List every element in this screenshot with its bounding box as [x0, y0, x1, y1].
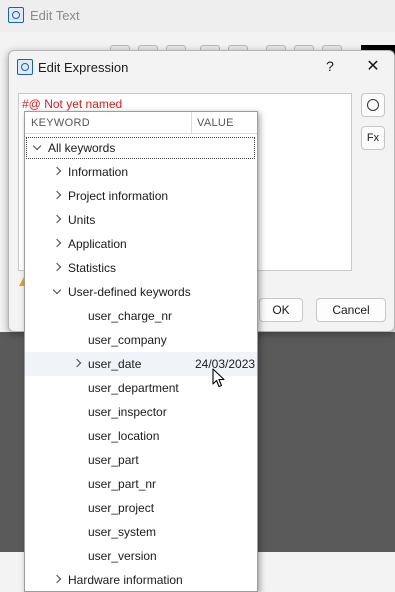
tree-row[interactable]: Statistics — [25, 256, 257, 280]
tree-row[interactable]: Information — [25, 160, 257, 184]
mouse-cursor-icon — [212, 368, 225, 388]
tree-row-label: user_part — [88, 453, 139, 467]
tree-row-label: user_date — [88, 357, 142, 371]
chevron-right-icon[interactable] — [51, 238, 63, 250]
expression-text[interactable]: #@ Not yet named — [22, 97, 122, 111]
tree-row-label: user_system — [88, 525, 157, 539]
dialog-title: Edit Expression — [38, 60, 129, 75]
tree-row[interactable]: user_part — [25, 448, 257, 472]
tree-row[interactable]: user_company — [25, 328, 257, 352]
tree-row-label: user_department — [88, 381, 179, 395]
chevron-down-icon[interactable] — [51, 286, 63, 298]
tree-row-label: user_charge_nr — [88, 309, 173, 323]
chevron-right-icon[interactable] — [71, 358, 83, 370]
tree-row-label: Project information — [68, 189, 169, 203]
tree-row[interactable]: All keywords — [25, 136, 257, 160]
tree-row[interactable]: user_system — [25, 520, 257, 544]
value-column-header[interactable]: VALUE — [197, 117, 234, 129]
chevron-right-icon[interactable] — [51, 262, 63, 274]
search-icon — [17, 59, 33, 75]
chevron-down-icon[interactable] — [31, 142, 43, 154]
help-button[interactable]: ? — [322, 58, 338, 74]
background-window-title: Edit Text — [30, 8, 80, 23]
tree-row[interactable]: Hardware information — [25, 568, 257, 591]
tree-row-label: user_part_nr — [88, 477, 157, 491]
tree-row-label: Application — [68, 237, 127, 251]
tree-row[interactable]: user_project — [25, 496, 257, 520]
tree-row-label: All keywords — [48, 141, 116, 155]
search-icon — [8, 7, 24, 23]
close-button[interactable]: ✕ — [363, 56, 383, 76]
tree-row-label: Statistics — [68, 261, 117, 275]
circle-button[interactable] — [361, 93, 385, 117]
tree-row[interactable]: user_charge_nr — [25, 304, 257, 328]
tree-row-label: Units — [68, 213, 96, 227]
tree-row-label: user_inspector — [88, 405, 167, 419]
background-window-titlebar: Edit Text — [0, 0, 395, 32]
column-divider[interactable] — [191, 112, 192, 134]
tree-row[interactable]: user_version — [25, 544, 257, 568]
chevron-right-icon[interactable] — [51, 190, 63, 202]
chevron-right-icon[interactable] — [51, 166, 63, 178]
keyword-column-header[interactable]: KEYWORD — [31, 117, 90, 129]
ok-button[interactable]: OK — [259, 298, 303, 322]
tree-row[interactable]: Project information — [25, 184, 257, 208]
tree-row-label: User-defined keywords — [68, 285, 191, 299]
tree-row-label: user_location — [88, 429, 160, 443]
tree-row[interactable]: Application — [25, 232, 257, 256]
circle-icon — [367, 99, 379, 111]
function-button[interactable]: Fx — [361, 126, 385, 150]
tree-row[interactable]: user_inspector — [25, 400, 257, 424]
tree-row-label: Hardware information — [68, 573, 183, 587]
tree-row[interactable]: user_part_nr — [25, 472, 257, 496]
chevron-right-icon[interactable] — [51, 214, 63, 226]
tree-row-label: user_company — [88, 333, 167, 347]
chevron-right-icon[interactable] — [51, 574, 63, 586]
keyword-table-header: KEYWORD VALUE — [25, 112, 257, 134]
keyword-popup: KEYWORD VALUE All keywords Information Pro… — [24, 111, 258, 592]
tree-row[interactable]: User-defined keywords — [25, 280, 257, 304]
tree-row-label: user_project — [88, 501, 155, 515]
tree-row[interactable]: Units — [25, 208, 257, 232]
tree-row-label: Information — [68, 165, 129, 179]
tree-row[interactable]: user_location — [25, 424, 257, 448]
tree-row-label: user_version — [88, 549, 157, 563]
cancel-button[interactable]: Cancel — [316, 298, 386, 322]
